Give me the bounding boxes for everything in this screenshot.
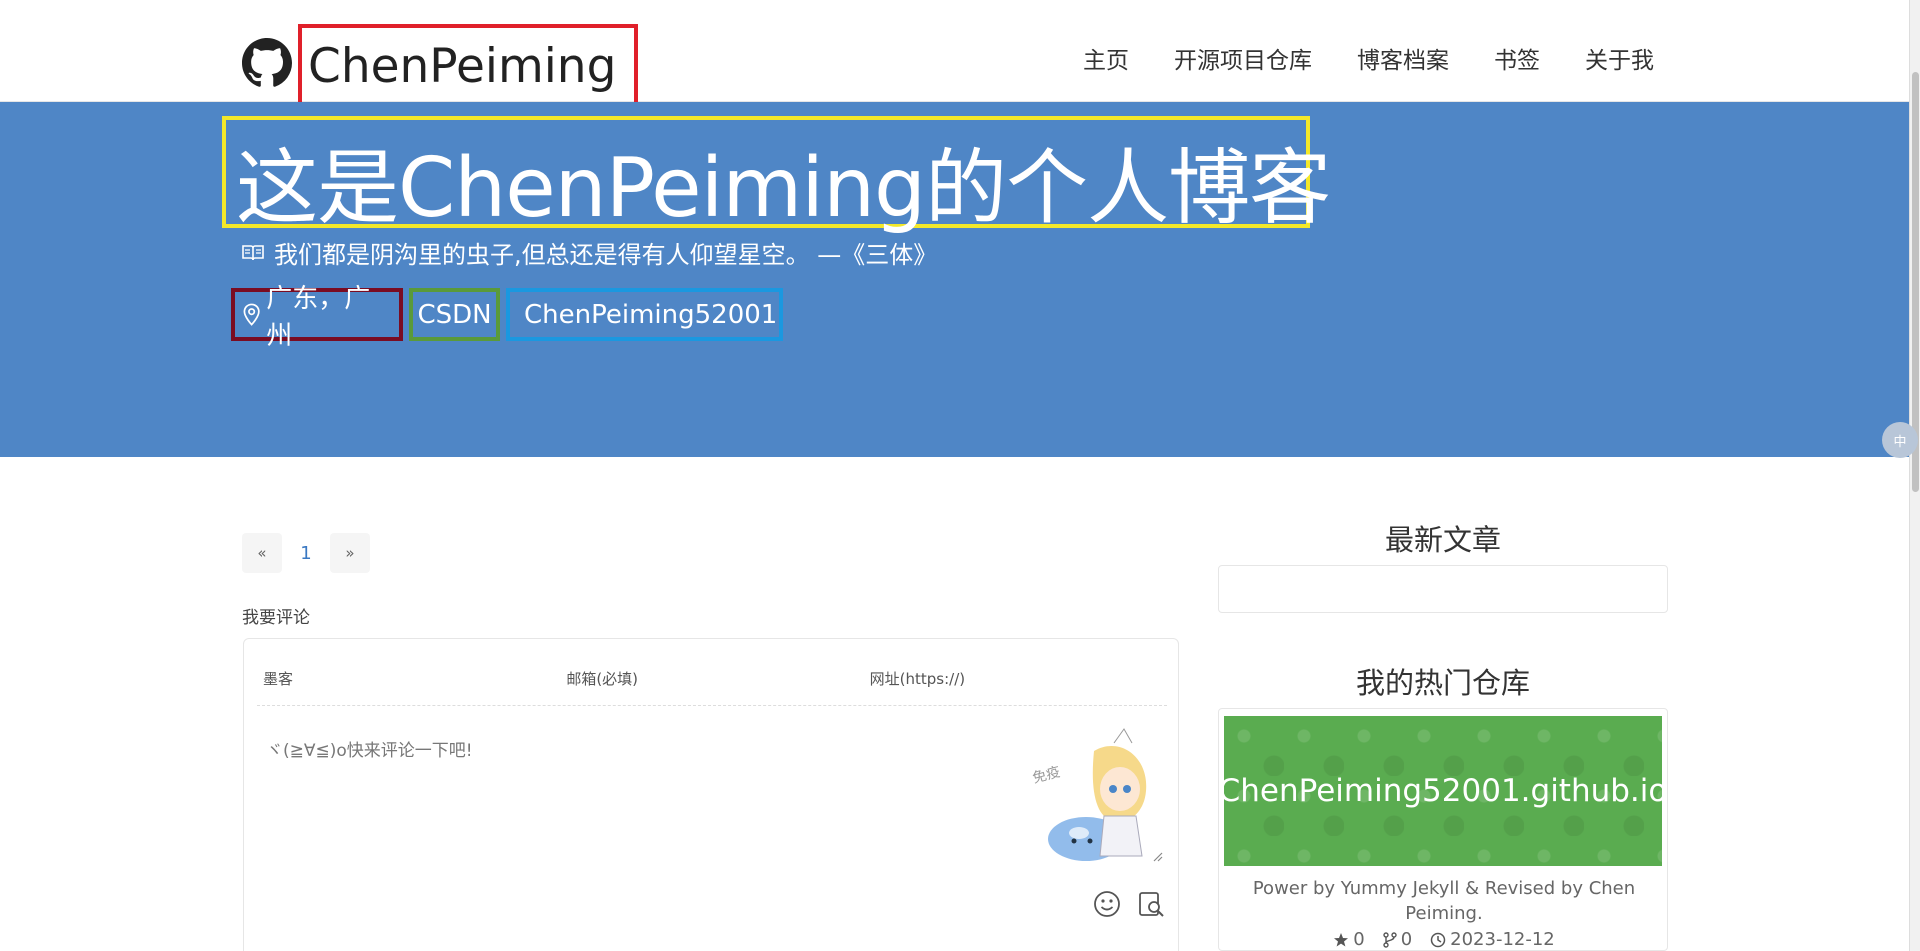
quote: 我们都是阴沟里的虫子,但总还是得有人仰望星空。 —《三体》 [242,235,937,270]
preview-icon[interactable] [1136,889,1166,919]
website-input[interactable]: 网址(https://) [864,651,1167,705]
hero-banner: 这是ChenPeiming的个人博客 我们都是阴沟里的虫子,但总还是得有人仰望星… [0,102,1909,457]
fork-icon [1382,931,1397,948]
quote-text: 我们都是阴沟里的虫子,但总还是得有人仰望星空。 —《三体》 [274,241,938,269]
clock-icon [1430,932,1446,947]
repo-stars: 0 [1333,929,1365,950]
repo-forks-count: 0 [1400,929,1413,950]
brand[interactable]: ChenPeiming [242,18,639,108]
github-link[interactable]: ChenPeiming52001 [506,288,783,341]
nav-about[interactable]: 关于我 [1585,41,1654,75]
repo-updated-date: 2023-12-12 [1450,929,1555,950]
comment-section-title: 我要评论 [242,608,310,628]
location-text: 广东，广州 [266,283,371,351]
nickname-input[interactable]: 墨客 [257,651,560,705]
latest-posts-list [1218,565,1668,613]
repo-stars-count: 0 [1353,929,1365,950]
repo-name: ChenPeiming52001.github.io [1218,773,1668,809]
anime-mascot-image: 免疫 [1031,728,1163,862]
csdn-label: CSDN [417,299,492,330]
pagination: « 1 » [242,533,370,573]
comment-textarea[interactable]: ヾ(≧∀≦)o快来评论一下吧! [266,736,473,761]
comment-form: 墨客 邮箱(必填) 网址(https://) ヾ(≧∀≦)o快来评论一下吧! 免… [243,638,1179,951]
brand-highlight: ChenPeiming [298,24,639,108]
svg-text:免疫: 免疫 [1031,764,1062,787]
pagination-next[interactable]: » [330,533,370,573]
email-input[interactable]: 邮箱(必填) [560,651,863,705]
repo-stats: 0 0 2023-12-12 [1219,929,1667,950]
repo-description: Power by Yummy Jekyll & Revised by Chen … [1252,878,1636,924]
comment-fields: 墨客 邮箱(必填) 网址(https://) [257,651,1167,706]
page-scrollbar[interactable] [1909,0,1920,951]
location-badge: 广东，广州 [231,284,403,351]
pagination-page-1[interactable]: 1 [286,533,326,573]
nav-archive[interactable]: 博客档案 [1357,41,1449,75]
floating-widget-button[interactable]: 中 [1882,422,1918,458]
emoji-icon[interactable] [1092,889,1122,919]
repo-card: ChenPeiming52001.github.io Power by Yumm… [1218,708,1668,951]
repo-banner[interactable]: ChenPeiming52001.github.io [1219,716,1667,866]
csdn-link[interactable]: CSDN [409,288,500,341]
book-icon [242,244,264,260]
github-icon [242,38,292,87]
hero-title: 这是ChenPeiming的个人博客 [236,141,1331,236]
nav-repos[interactable]: 开源项目仓库 [1174,41,1312,75]
github-username: ChenPeiming52001 [524,299,778,330]
latest-posts-title: 最新文章 [1384,523,1501,557]
popular-repos-title: 我的热门仓库 [1355,666,1530,700]
location-pin-icon [243,303,260,326]
main-nav: 主页 开源项目仓库 博客档案 书签 关于我 [1083,41,1654,75]
repo-updated: 2023-12-12 [1430,929,1555,950]
star-icon [1334,932,1349,946]
nav-bookmarks[interactable]: 书签 [1494,41,1540,75]
repo-forks: 0 [1382,929,1413,950]
nav-home[interactable]: 主页 [1083,41,1129,75]
comment-tools [1092,889,1166,919]
brand-name[interactable]: ChenPeiming [308,39,616,94]
navbar: ChenPeiming 主页 开源项目仓库 博客档案 书签 关于我 [0,0,1909,108]
pagination-prev[interactable]: « [242,533,282,573]
profile-meta: 广东，广州 CSDN ChenPeiming52001 [231,284,783,351]
